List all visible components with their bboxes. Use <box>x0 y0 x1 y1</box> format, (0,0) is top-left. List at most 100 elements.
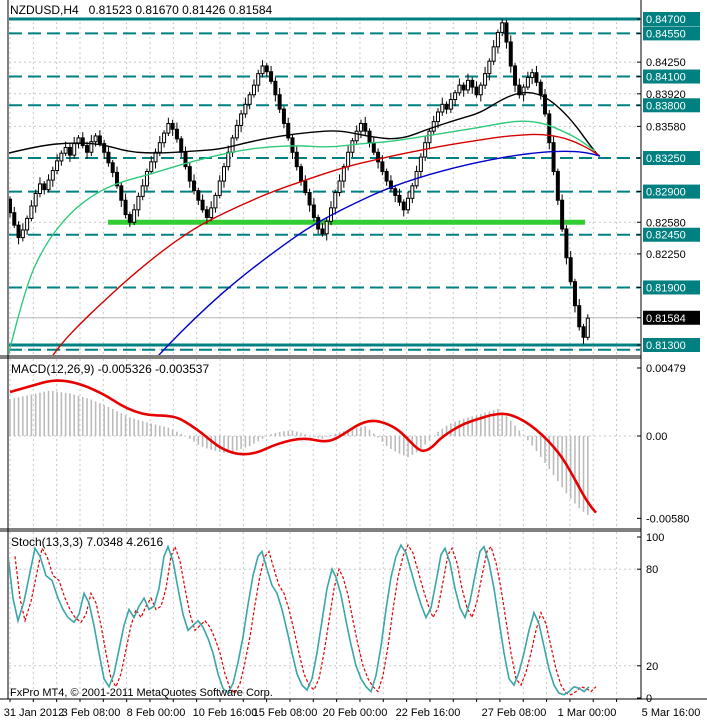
time-axis-label: 27 Feb 08:00 <box>482 707 547 719</box>
candle-body <box>444 103 449 110</box>
candle-body <box>530 72 535 78</box>
candle-body <box>534 72 539 83</box>
candle-body <box>406 197 411 211</box>
candle-body <box>243 103 248 115</box>
time-axis-label: 5 Mar 16:00 <box>642 707 701 719</box>
candle-body <box>371 142 376 153</box>
candle-body <box>341 166 346 182</box>
candle-body <box>196 190 201 201</box>
price-axis-label: 0.82580 <box>646 217 686 229</box>
candle-body <box>346 151 351 168</box>
candle-body <box>461 84 466 91</box>
time-axis-label: 15 Feb 08:00 <box>253 707 318 719</box>
candle-body <box>209 207 214 218</box>
time-axis-label: 10 Feb 16:00 <box>193 707 258 719</box>
time-axis-label: 3 Feb 08:00 <box>62 707 121 719</box>
price-axis[interactable]: 0.84700 0.84550 0.84100 0.83800 0.83250 0.829… <box>637 12 700 705</box>
candle-body <box>311 204 316 218</box>
candle-body <box>192 180 197 192</box>
candle-body <box>491 46 496 62</box>
candle-body <box>500 22 505 33</box>
candle-body <box>307 192 312 206</box>
candle-body <box>418 156 423 172</box>
candle-body <box>470 79 475 88</box>
price-axis-label: 100 <box>646 532 664 544</box>
candle-body <box>144 170 149 187</box>
candle-body <box>256 73 261 86</box>
macd-plot-area[interactable] <box>8 358 641 528</box>
candle-body <box>55 160 60 171</box>
candle-body <box>290 137 295 153</box>
candle-body <box>294 151 299 168</box>
candle-body <box>166 123 171 134</box>
time-axis-label: 22 Feb 16:00 <box>396 707 461 719</box>
candle-body <box>25 217 30 231</box>
price-axis-label: 0 <box>646 693 652 705</box>
candle-body <box>106 151 111 164</box>
price-axis-label: 0.82900 <box>646 187 686 199</box>
candle-body <box>187 166 192 182</box>
price-axis-label: 0.84100 <box>646 72 686 84</box>
candle-body <box>303 180 308 194</box>
price-axis-label: 0.82250 <box>646 249 686 261</box>
candle-body <box>222 166 226 182</box>
candle-body <box>37 183 42 195</box>
time-axis-label: 8 Feb 00:00 <box>127 707 186 719</box>
candle-body <box>457 84 462 94</box>
candle-body <box>46 179 51 191</box>
price-axis-label: 0.83250 <box>646 153 686 165</box>
candle-body <box>247 94 252 105</box>
price-axis-label: -0.00580 <box>646 513 689 525</box>
candle-body <box>183 151 188 168</box>
ohlc-quote-values: 0.81523 0.81670 0.81426 0.81584 <box>88 3 273 17</box>
price-axis-label: 0.83920 <box>646 89 686 101</box>
candle-body <box>162 132 167 144</box>
candle-body <box>320 228 325 235</box>
candle-body <box>397 194 402 203</box>
candle-body <box>568 257 573 283</box>
candle-body <box>436 111 440 123</box>
candle-body <box>29 205 34 219</box>
candle-body <box>521 86 526 96</box>
current-price-label: 0.81584 <box>646 313 686 325</box>
macd-indicator-label: MACD(12,26,9) -0.005326 -0.003537 <box>11 362 210 376</box>
candle-body <box>585 317 590 338</box>
time-axis-label: 1 Mar 00:00 <box>558 707 617 719</box>
time-axis[interactable]: 31 Jan 20123 Feb 08:00 8 Feb 00:00 10 Feb … <box>4 699 701 719</box>
candle-body <box>577 305 582 328</box>
price-axis-label: 0.81300 <box>646 340 686 352</box>
candle-body <box>213 194 218 209</box>
candle-body <box>555 170 560 201</box>
candle-body <box>337 180 342 194</box>
candle-body <box>513 65 518 86</box>
candle-body <box>85 145 90 153</box>
main-plot-area[interactable] <box>8 16 641 355</box>
candle-body <box>153 151 158 163</box>
price-axis-label: 0.84550 <box>646 28 686 40</box>
candle-body <box>179 138 184 153</box>
price-axis-label: 0.81900 <box>646 282 686 294</box>
price-axis-label: 0.83580 <box>646 121 686 133</box>
candle-body <box>12 212 17 226</box>
candle-body <box>448 99 453 110</box>
candle-body <box>277 94 282 110</box>
price-axis-label: 0.00 <box>646 431 667 443</box>
candle-body <box>564 228 569 259</box>
candle-body <box>157 142 162 153</box>
candle-body <box>50 169 55 181</box>
candle-body <box>324 220 329 235</box>
candle-body <box>380 161 385 172</box>
candle-body <box>393 188 398 196</box>
candle-body <box>67 146 72 156</box>
candle-body <box>119 185 124 201</box>
candle-body <box>551 142 556 172</box>
candle-body <box>384 170 389 182</box>
candle-body <box>80 137 85 147</box>
candle-body <box>42 183 47 191</box>
candle-body <box>376 151 381 163</box>
candle-body <box>478 84 483 96</box>
candle-body <box>204 209 209 218</box>
candle-body <box>170 123 175 130</box>
candle-body <box>487 60 492 75</box>
candle-body <box>299 166 304 182</box>
